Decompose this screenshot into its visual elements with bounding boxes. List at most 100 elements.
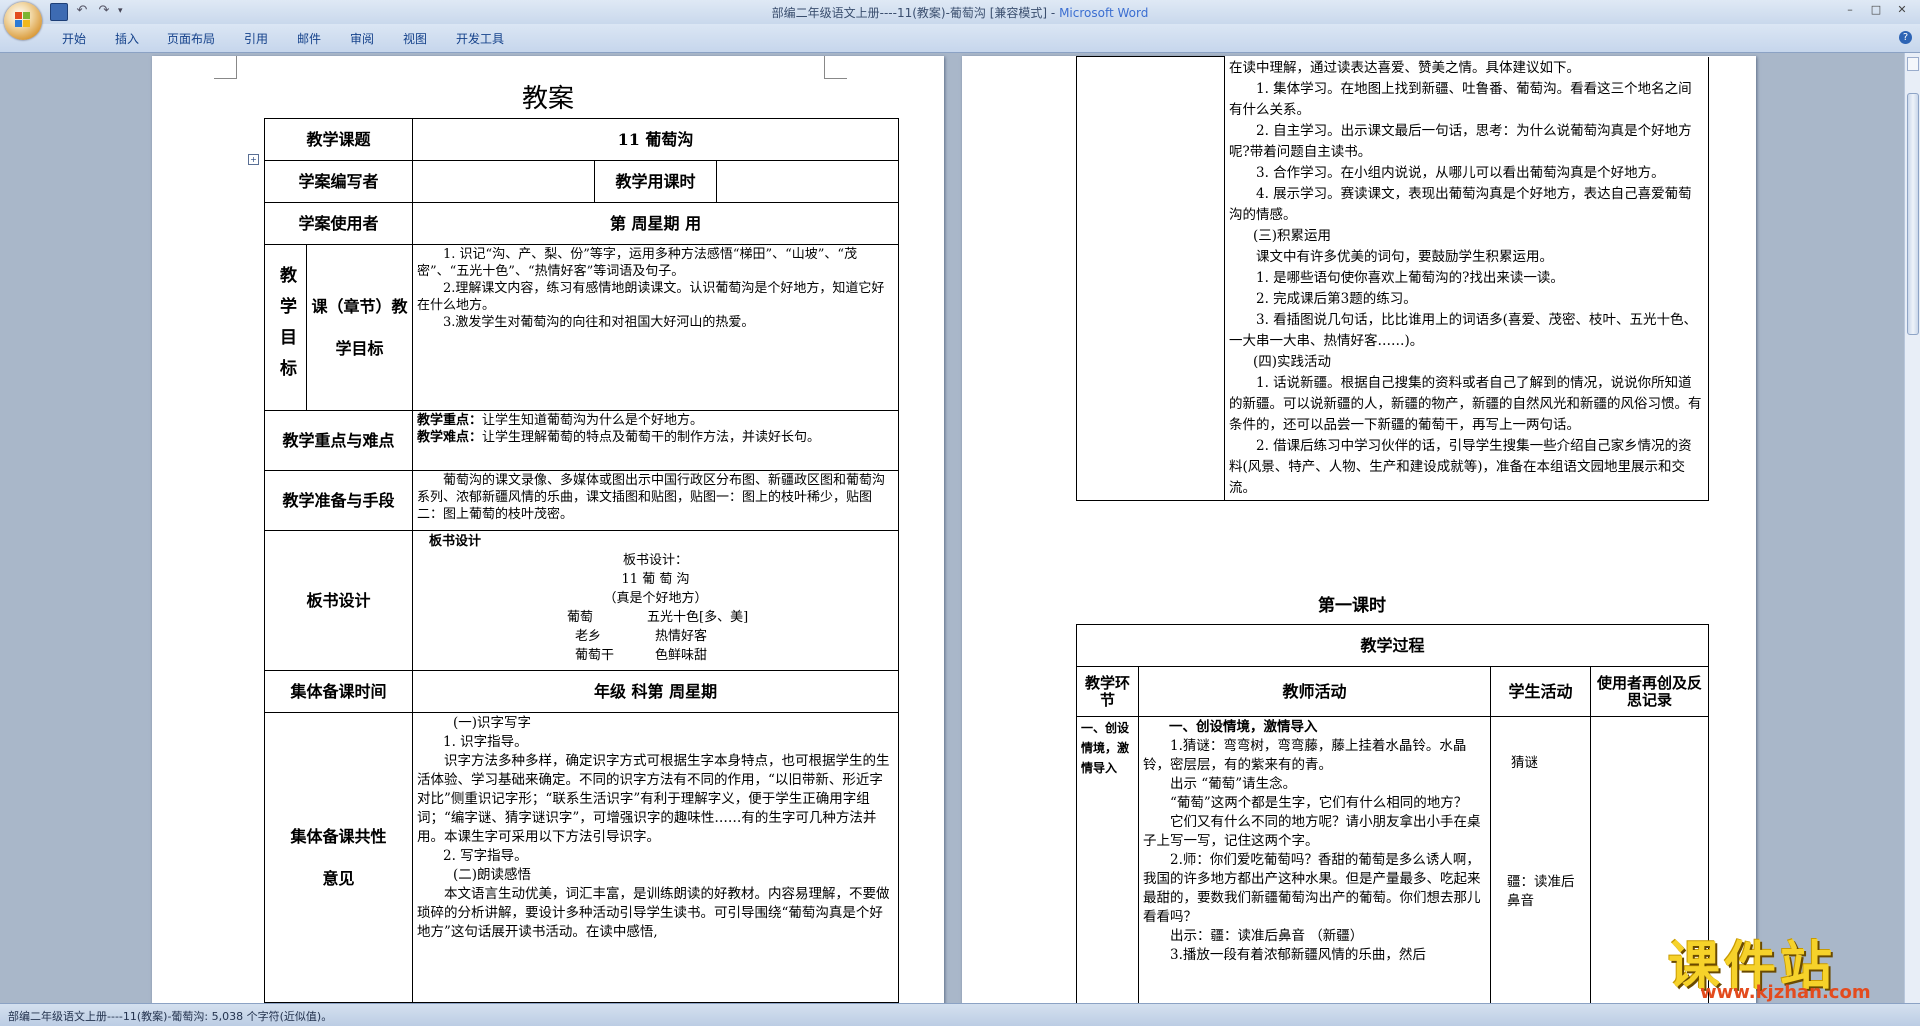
maximize-icon[interactable]: □ [1864, 2, 1888, 18]
opinion-line: 本文语言生动优美，词汇丰富，是训练朗读的好教材。内容易理解，不要做琐碎的分析讲解… [417, 886, 890, 940]
ribbon-tabs: 开始 插入 页面布局 引用 邮件 审阅 视图 开发工具 ? [0, 24, 1920, 53]
process-title: 教学过程 [1075, 624, 1710, 667]
stage-text: 一、创设情境，激情导入 [1081, 721, 1130, 775]
lesson-title: 第一课时 [1318, 596, 1386, 616]
goals-label-vertical: 教学目标 [264, 244, 307, 411]
teacher-cell[interactable]: 一、创设情境，激情导入 1.猜谜：弯弯树，弯弯藤，藤上挂着水晶铃。水晶铃，密层层… [1138, 716, 1491, 1003]
board-title: 11 葡 萄 沟 [621, 572, 690, 587]
teacher-line: 一、创设情境，激情导入 [1169, 719, 1318, 735]
tab-references[interactable]: 引用 [244, 30, 268, 47]
teacher-line: 它们又有什么不同的地方呢？请小朋友拿出小手在桌子上写一写，记住这两个字。 [1143, 814, 1481, 849]
header-stage: 教学环节 [1076, 666, 1139, 717]
document-area: 教案 教学课题 11 葡萄沟 学案编写者 教学用课时 学案使用者 第 周星期 用… [0, 53, 1905, 1003]
crop-mark [824, 56, 847, 79]
close-icon[interactable]: ✕ [1890, 2, 1914, 18]
ruler-toggle-icon[interactable] [1907, 57, 1919, 71]
continued-line: 2. 完成课后第3题的练习。 [1256, 290, 1417, 307]
board-cell[interactable]: 板书设计 板书设计： 11 葡 萄 沟 （真是个好地方） 葡萄 五光十色[多、美]… [412, 530, 900, 671]
tab-mailings[interactable]: 邮件 [297, 30, 321, 47]
continued-line: 1. 集体学习。在地图上找到新疆、吐鲁番、葡萄沟。看看这三个地名之间有什么关系。 [1229, 80, 1692, 118]
status-bar: 部编二年级语文上册----11(教案)-葡萄沟: 5,038 个字符(近似值)。 [0, 1003, 1920, 1026]
page-1: 教案 教学课题 11 葡萄沟 学案编写者 教学用课时 学案使用者 第 周星期 用… [152, 56, 944, 1003]
board-row-left: 葡萄干 [575, 648, 615, 663]
vertical-scrollbar[interactable] [1904, 53, 1920, 1003]
continued-line: (三)积累运用 [1253, 227, 1332, 244]
continued-line: 1. 是哪些语句使你喜欢上葡萄沟的?找出来读一读。 [1256, 269, 1564, 286]
header-reflection: 使用者再创及反思记录 [1589, 666, 1710, 717]
continued-line: 2. 自主学习。出示课文最后一句话，思考：为什么说葡萄沟真是个好地方呢?带着问题… [1229, 122, 1692, 160]
lesson-plan-table: 教学课题 11 葡萄沟 学案编写者 教学用课时 学案使用者 第 周星期 用 教学… [263, 118, 900, 1003]
window-title: 部编二年级语文上册----11(教案)-葡萄沟 [兼容模式] - Microso… [771, 6, 1149, 20]
student-cell[interactable]: 猜谜 疆：读准后鼻音 [1490, 716, 1591, 1003]
board-subtitle: （真是个好地方） [603, 591, 708, 606]
continued-line: 1. 话说新疆。根据自己搜集的资料或者自己了解到的情况，说说你所知道的新疆。可以… [1229, 374, 1702, 433]
watermark-url: www.kjzhan.com [1700, 982, 1871, 1003]
crop-mark [214, 56, 237, 79]
goals-cell[interactable]: 1. 识记“沟、产、梨、份”等字，运用多种方法感悟“梯田”、“山坡”、“茂密”、… [412, 244, 900, 411]
page-2: 在读中理解，通过读表达喜爱、赞美之情。具体建议如下。 1. 集体学习。在地图上找… [962, 56, 1756, 1003]
collective-time-value[interactable]: 年级 科第 周星期 [412, 670, 900, 713]
board-row-right: 五光十色[多、美] [647, 610, 749, 625]
student-line: 猜谜 [1511, 755, 1538, 771]
page-title: 教案 [521, 84, 574, 114]
continued-line: 课文中有许多优美的词句，要鼓励学生积累运用。 [1256, 248, 1553, 265]
teacher-line: 出示：疆：读准后鼻音 （新疆） [1170, 928, 1364, 944]
prep-cell[interactable]: 葡萄沟的课文录像、多媒体或图出示中国行政区分布图、新疆政区图和葡萄沟系列、浓郁新… [412, 470, 900, 531]
teacher-line: 3.播放一段有着浓郁新疆风情的乐曲，然后 [1170, 947, 1426, 963]
board-row-right: 热情好客 [655, 629, 708, 644]
continued-table: 在读中理解，通过读表达喜爱、赞美之情。具体建议如下。 1. 集体学习。在地图上找… [1076, 56, 1709, 501]
board-row-left: 葡萄 [567, 610, 594, 625]
teacher-line: 2.师：你们爱吃葡萄吗？香甜的葡萄是多么诱人啊，我国的许多地方都出产这种水果。但… [1143, 852, 1481, 925]
tab-page-layout[interactable]: 页面布局 [167, 30, 215, 47]
prep-text: 葡萄沟的课文录像、多媒体或图出示中国行政区分布图、新疆政区图和葡萄沟系列、浓郁新… [417, 473, 886, 522]
user-value[interactable]: 第 周星期 用 [412, 202, 900, 245]
goal-item: 1. 识记“沟、产、梨、份”等字，运用多种方法感悟“梯田”、“山坡”、“茂密”、… [417, 247, 858, 279]
hours-label: 教学用课时 [594, 160, 718, 203]
header-teacher: 教师活动 [1138, 666, 1491, 717]
stage-cell[interactable]: 一、创设情境，激情导入 [1076, 716, 1139, 1003]
opinion-line: 2. 写字指导。 [443, 848, 528, 864]
office-button[interactable] [4, 2, 42, 40]
key-point: 让学生知道葡萄沟为什么是个好地方。 [482, 413, 704, 428]
tab-developer[interactable]: 开发工具 [456, 30, 504, 47]
subject-value[interactable]: 11 葡萄沟 [412, 118, 900, 161]
prep-label: 教学准备与手段 [263, 470, 414, 531]
continued-left-cell[interactable] [1076, 56, 1225, 501]
tab-insert[interactable]: 插入 [115, 30, 139, 47]
continued-line: (四)实践活动 [1253, 353, 1332, 370]
teacher-line: “葡萄”这两个都是生字，它们有什么相同的地方？ [1170, 795, 1468, 811]
goal-item: 2.理解课文内容，练习有感情地朗读课文。认识葡萄沟是个好地方，知道它好在什么地方… [417, 281, 885, 313]
key-label: 教学重点与难点 [263, 410, 414, 471]
board-sub: 板书设计： [623, 553, 689, 568]
key-point-label: 教学重点： [417, 413, 483, 428]
minimize-icon[interactable]: – [1838, 2, 1862, 18]
tab-home[interactable]: 开始 [62, 30, 86, 47]
teacher-line: 1.猜谜：弯弯树，弯弯藤，藤上挂着水晶铃。水晶铃，密层层，有的紫来有的青。 [1143, 738, 1467, 773]
continued-line: 3. 合作学习。在小组内说说，从哪儿可以看出葡萄沟真是个好地方。 [1256, 164, 1665, 181]
goals-label: 课（章节）教学目标 [305, 244, 414, 411]
continued-cell[interactable]: 在读中理解，通过读表达喜爱、赞美之情。具体建议如下。 1. 集体学习。在地图上找… [1224, 56, 1709, 501]
user-label: 学案使用者 [263, 202, 414, 245]
status-text: 部编二年级语文上册----11(教案)-葡萄沟: 5,038 个字符(近似值)。 [8, 1010, 333, 1023]
board-row-right: 色鲜味甜 [655, 648, 708, 663]
board-row-left: 老乡 [575, 629, 602, 644]
tab-view[interactable]: 视图 [403, 30, 427, 47]
board-head: 板书设计 [429, 534, 482, 549]
header-student: 学生活动 [1490, 666, 1591, 717]
opinion-line: (一)识字写字 [453, 715, 532, 731]
table-move-handle-icon[interactable]: + [248, 154, 259, 165]
help-icon[interactable]: ? [1899, 31, 1912, 44]
hours-value[interactable] [716, 160, 900, 203]
student-line: 疆：读准后鼻音 [1507, 874, 1575, 909]
continued-line: 4. 展示学习。赛读课文，表现出葡萄沟真是个好地方，表达自己喜爱葡萄沟的情感。 [1229, 185, 1692, 223]
goal-item: 3.激发学生对葡萄沟的向往和对祖国大好河山的热爱。 [443, 315, 755, 330]
tab-review[interactable]: 审阅 [350, 30, 374, 47]
difficulty-label: 教学难点： [417, 430, 483, 445]
title-bar: ↶ ↷ ▾ 部编二年级语文上册----11(教案)-葡萄沟 [兼容模式] - M… [0, 0, 1920, 24]
key-cell[interactable]: 教学重点：让学生知道葡萄沟为什么是个好地方。 教学难点：让学生理解葡萄的特点及葡… [412, 410, 900, 471]
author-value[interactable] [412, 160, 596, 203]
office-logo-icon [15, 12, 31, 28]
scrollbar-thumb[interactable] [1907, 93, 1919, 335]
opinion-cell[interactable]: (一)识字写字 1. 识字指导。 识字方法多种多样，确定识字方式可根据生字本身特… [412, 712, 900, 1003]
collective-opinion-label: 集体备课共性意见 [263, 712, 414, 1003]
